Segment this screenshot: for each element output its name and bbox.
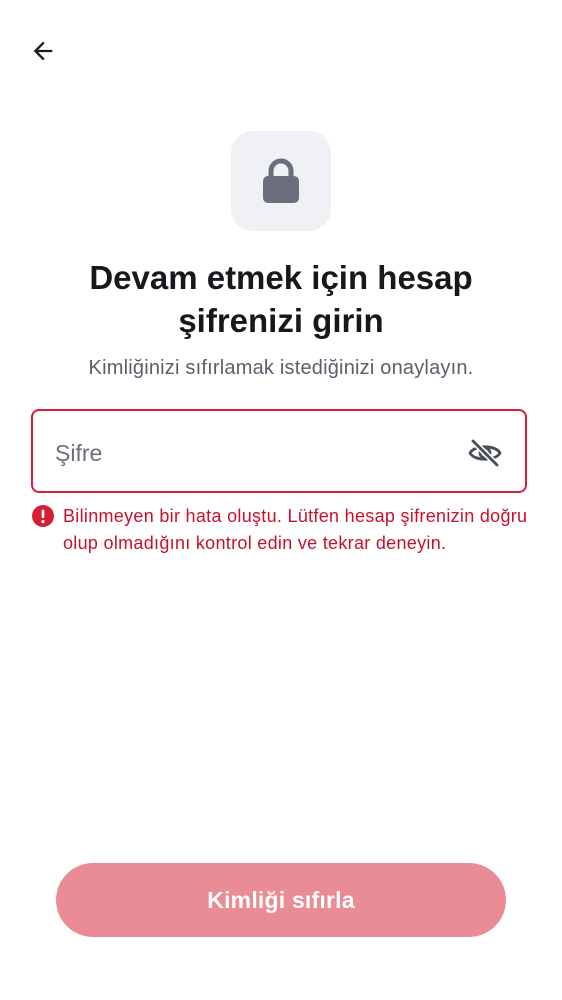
lock-tile [231,131,331,231]
lock-icon [263,158,299,203]
error-message-row: Bilinmeyen bir hata oluştu. Lütfen hesap… [31,503,551,557]
reset-identity-button[interactable]: Kimliği sıfırla [56,863,506,937]
arrow-left-icon [33,41,53,61]
page-title: Devam etmek için hesap şifrenizi girin [89,259,473,339]
error-message: Bilinmeyen bir hata oluştu. Lütfen hesap… [63,506,528,553]
page-subtitle: Kimliğinizi sıfırlamak istediğinizi onay… [88,357,474,379]
toggle-password-visibility-button[interactable] [465,433,505,473]
back-button[interactable] [22,30,64,72]
password-input[interactable] [55,431,455,475]
eye-off-icon [468,438,502,468]
error-circle-icon [32,505,54,527]
password-field [31,409,527,493]
